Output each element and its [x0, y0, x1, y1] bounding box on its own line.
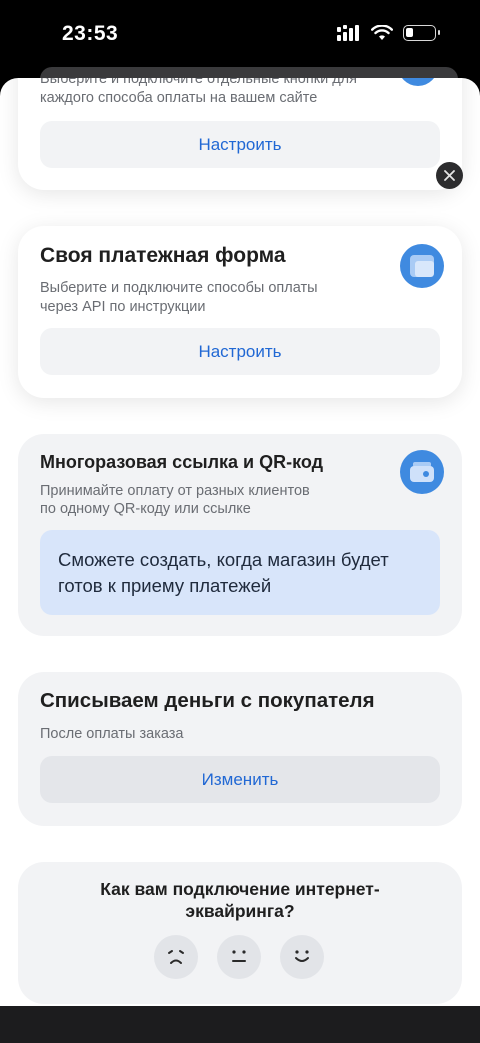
configure-buttons-button[interactable]: Настроить	[40, 121, 440, 168]
status-bar: 23:53	[0, 0, 480, 70]
neutral-face-icon	[232, 950, 246, 962]
rating-neutral-button[interactable]	[217, 935, 261, 979]
feedback-question-line-1: Как вам подключение интернет-	[100, 879, 380, 899]
custom-form-badge	[400, 244, 444, 288]
status-time: 23:53	[62, 22, 119, 45]
charge-timing-card: Списываем деньги с покупателя После опла…	[18, 672, 462, 826]
custom-form-description-2: через API по инструкции	[40, 299, 206, 315]
reusable-link-description-2: по одному QR-коду или ссылке	[40, 501, 251, 517]
reusable-link-description-1: Принимайте оплату от разных клиентов	[40, 483, 310, 499]
bottom-bar	[0, 1006, 480, 1043]
browser-window-icon	[410, 255, 434, 277]
cellular-signal-icon	[337, 25, 359, 41]
notice-line-2: готов к приему платежей	[58, 575, 272, 596]
rating-sad-button[interactable]	[154, 935, 198, 979]
payment-buttons-card: Выберите и подключите отдельные кнопки д…	[18, 78, 462, 190]
reusable-link-badge	[400, 450, 444, 494]
charge-timing-description: После оплаты заказа	[40, 726, 184, 742]
payment-buttons-description-2: каждого способа оплаты на вашем сайте	[40, 90, 318, 106]
reusable-link-title: Многоразовая ссылка и QR-код	[40, 452, 324, 472]
configure-custom-form-button[interactable]: Настроить	[40, 328, 440, 375]
custom-form-title: Своя платежная форма	[40, 244, 286, 267]
notice-line-1: Сможете создать, когда магазин будет	[58, 549, 389, 570]
close-button[interactable]	[436, 162, 463, 189]
payment-methods-page: Выберите и подключите отдельные кнопки д…	[0, 78, 480, 1006]
wifi-icon	[371, 25, 393, 40]
custom-payment-form-card: Своя платежная форма Выберите и подключи…	[18, 226, 462, 398]
reusable-link-notice: Сможете создать, когда магазин будет гот…	[40, 530, 440, 615]
payment-card-icon	[410, 462, 434, 482]
feedback-question-line-2: эквайринга?	[185, 901, 295, 921]
rating-happy-button[interactable]	[280, 935, 324, 979]
reusable-link-card: Многоразовая ссылка и QR-код Принимайте …	[18, 434, 462, 636]
feedback-card: Как вам подключение интернет- эквайринга…	[18, 862, 462, 1004]
battery-icon	[403, 25, 440, 41]
sad-face-icon	[168, 950, 184, 964]
status-icons	[337, 25, 440, 41]
payment-buttons-description-1: Выберите и подключите отдельные кнопки д…	[40, 78, 357, 87]
close-icon	[444, 170, 455, 181]
card-icon-partial	[402, 78, 434, 86]
custom-form-description-1: Выберите и подключите способы оплаты	[40, 280, 318, 296]
feedback-options	[154, 935, 324, 979]
charge-timing-title: Списываем деньги с покупателя	[40, 689, 375, 712]
feedback-question: Как вам подключение интернет- эквайринга…	[18, 878, 462, 922]
change-charge-timing-button[interactable]: Изменить	[40, 756, 440, 803]
happy-face-icon	[295, 950, 309, 962]
